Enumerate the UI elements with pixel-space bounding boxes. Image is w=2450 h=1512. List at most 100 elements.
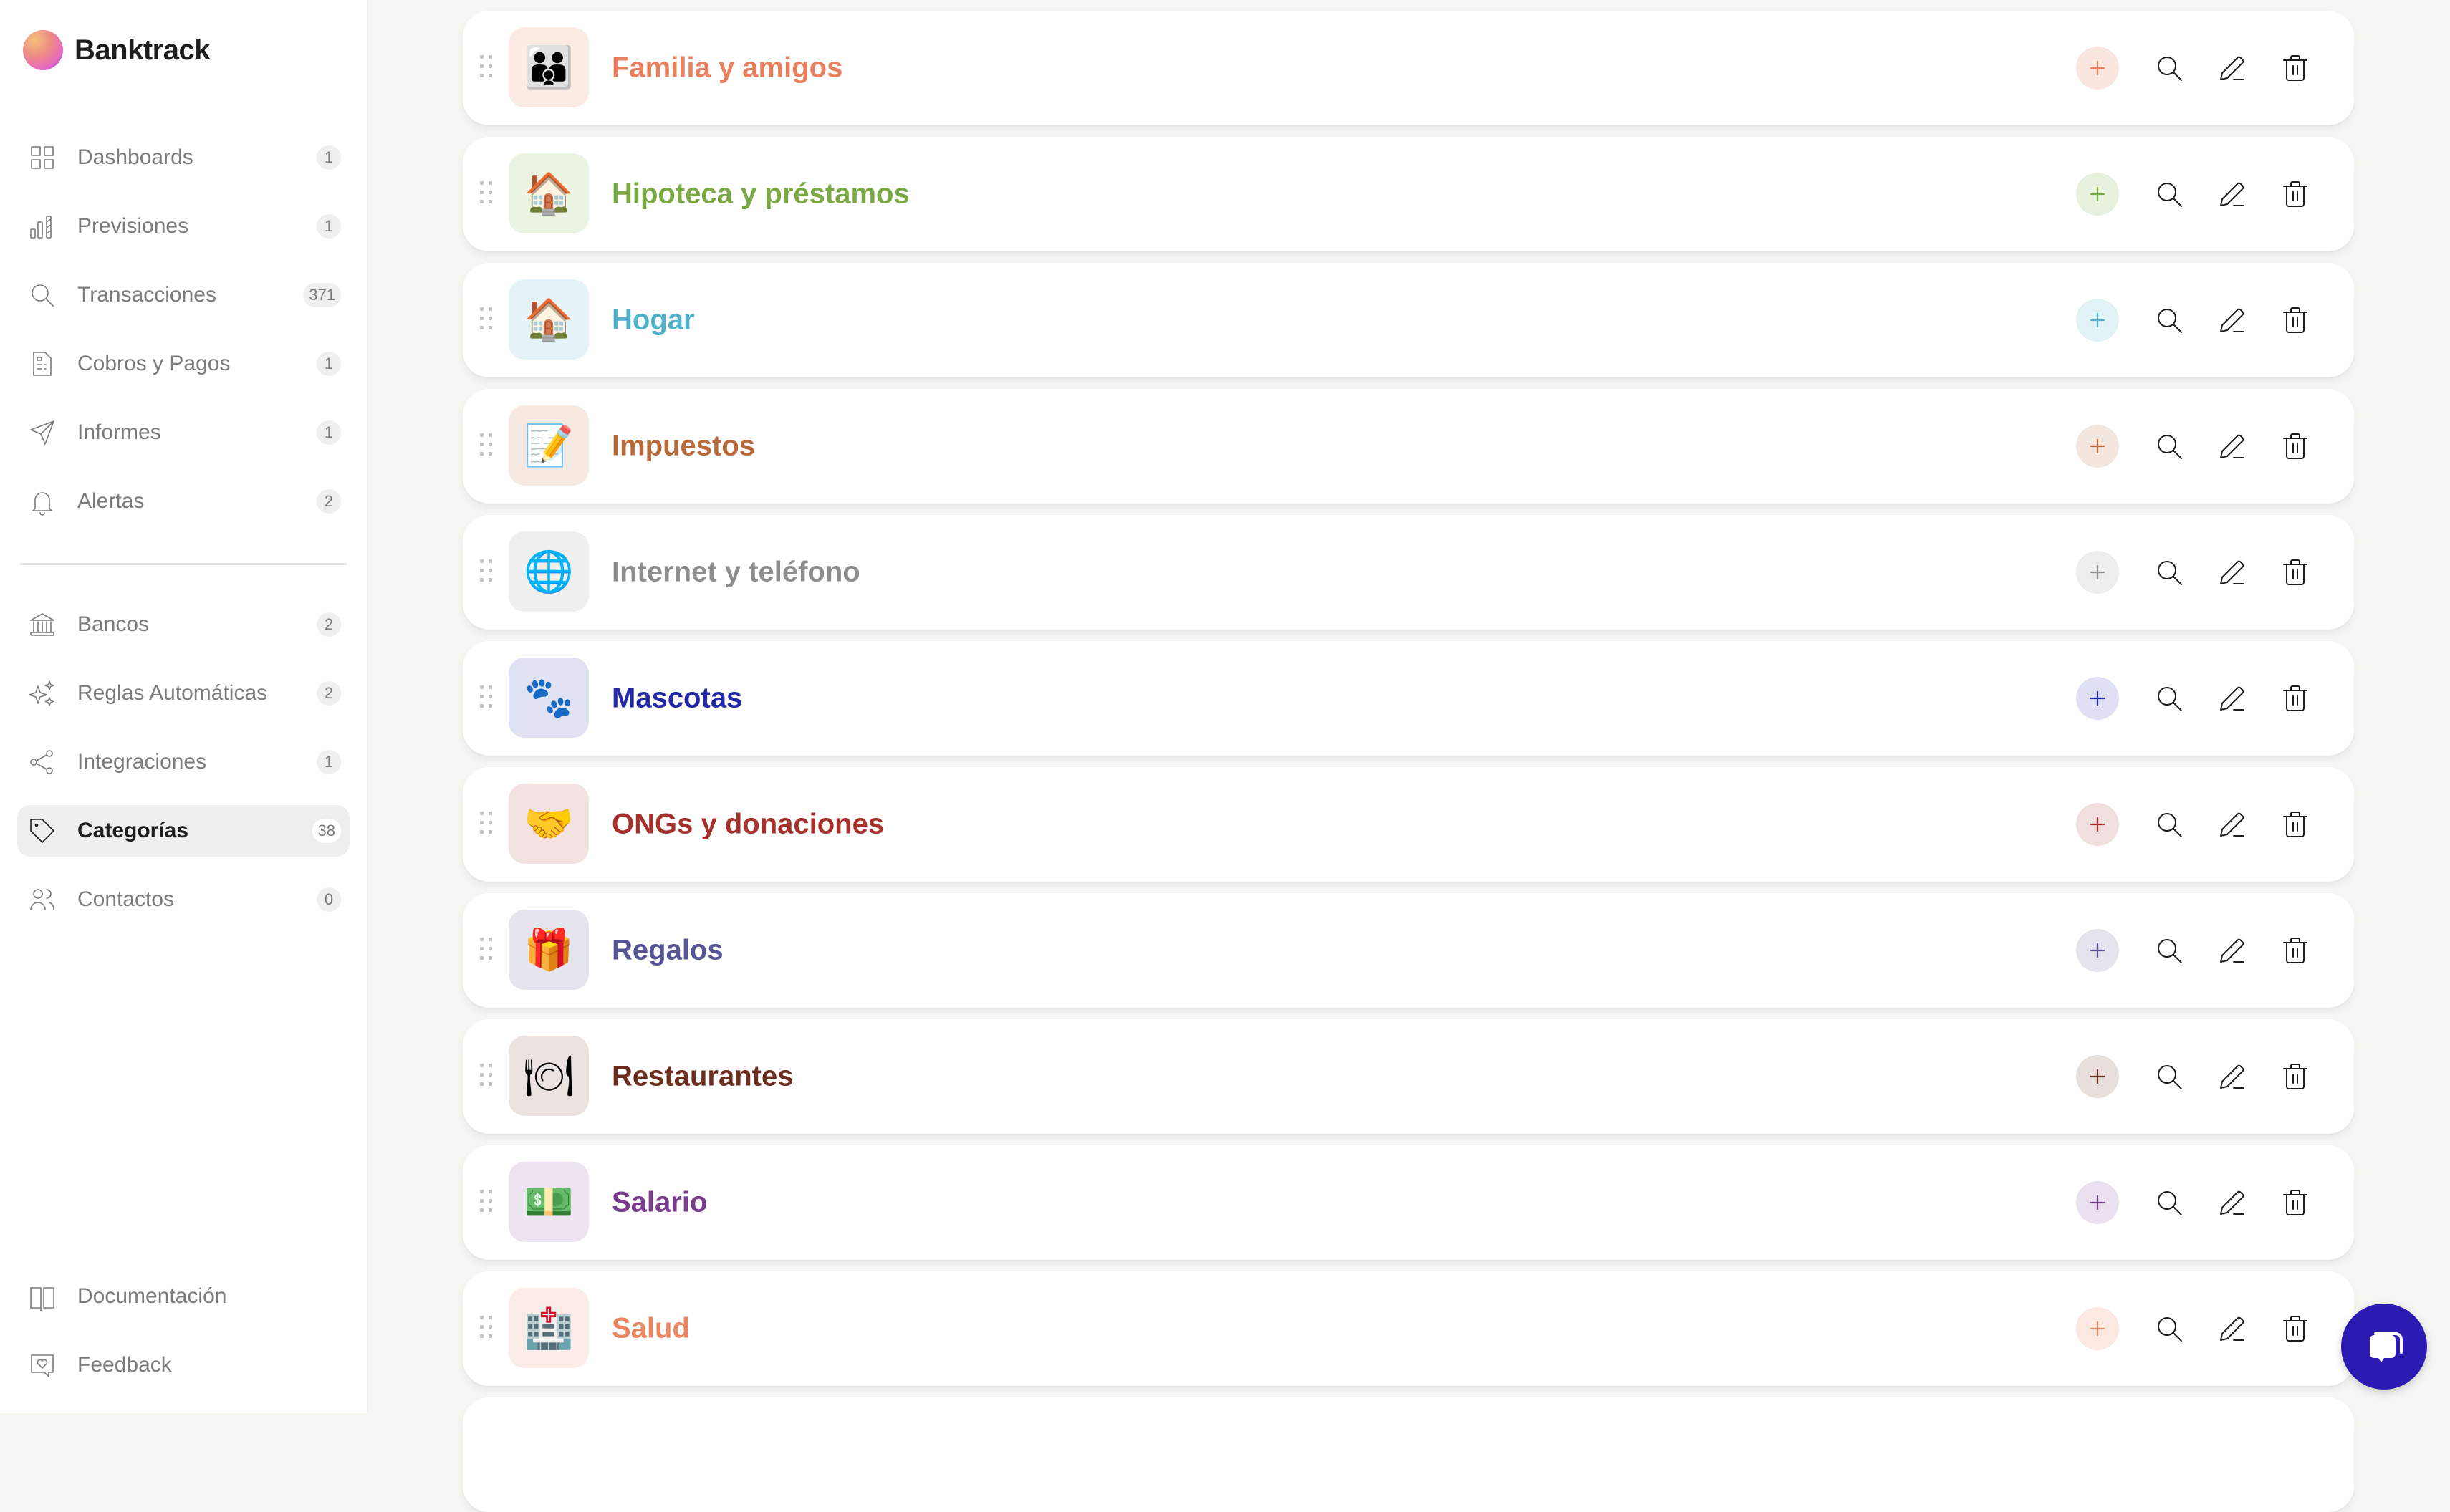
sidebar-item-informes[interactable]: Informes 1 [17,407,350,458]
delete-button[interactable] [2274,425,2317,468]
category-name[interactable]: Regalos [612,935,724,967]
search-transactions-button[interactable] [2148,1181,2191,1224]
drag-handle-icon[interactable] [480,1190,496,1215]
category-emoji-icon: 👪 [509,27,589,107]
sidebar-item-documentacion[interactable]: Documentación [17,1271,350,1322]
trash-icon [2283,812,2307,837]
delete-button[interactable] [2274,1181,2317,1224]
delete-button[interactable] [2274,299,2317,342]
edit-button[interactable] [2211,47,2254,90]
search-transactions-button[interactable] [2148,551,2191,594]
search-transactions-button[interactable] [2148,803,2191,846]
search-icon [2158,1317,2182,1342]
category-name[interactable]: Hogar [612,304,695,337]
edit-button[interactable] [2211,173,2254,216]
sidebar-item-contactos[interactable]: Contactos 0 [17,874,350,925]
nav-secondary: Bancos 2 Reglas Automáticas 2 Integraciones 1… [17,599,350,943]
pencil-icon [2220,560,2244,584]
plus-icon [2090,690,2105,706]
edit-button[interactable] [2211,929,2254,972]
drag-handle-icon[interactable] [480,559,496,585]
edit-button[interactable] [2211,299,2254,342]
category-name[interactable]: Salario [612,1187,707,1219]
sidebar-item-label: Dashboards [77,145,193,169]
chat-button[interactable] [2341,1304,2427,1390]
add-subcategory-button[interactable] [2076,551,2119,594]
category-name[interactable]: Restaurantes [612,1061,793,1093]
delete-button[interactable] [2274,1055,2317,1098]
delete-button[interactable] [2274,173,2317,216]
sidebar-item-alertas[interactable]: Alertas 2 [17,476,350,527]
drag-handle-icon[interactable] [480,938,496,963]
category-row-partial [463,1397,2354,1512]
sidebar-item-count: 1 [317,352,341,376]
brand[interactable]: Banktrack [23,30,210,70]
category-name[interactable]: Hipoteca y préstamos [612,178,910,211]
drag-handle-icon[interactable] [480,685,496,711]
pencil-icon [2220,1190,2244,1215]
delete-button[interactable] [2274,677,2317,720]
drag-handle-icon[interactable] [480,55,496,81]
drag-handle-icon[interactable] [480,307,496,333]
delete-button[interactable] [2274,47,2317,90]
drag-handle-icon[interactable] [480,1064,496,1089]
edit-button[interactable] [2211,551,2254,594]
delete-button[interactable] [2274,1307,2317,1350]
sidebar-item-label: Integraciones [77,750,207,774]
search-transactions-button[interactable] [2148,929,2191,972]
search-transactions-button[interactable] [2148,47,2191,90]
sidebar-item-integraciones[interactable]: Integraciones 1 [17,736,350,788]
category-row: 🏥 Salud [463,1271,2354,1386]
edit-button[interactable] [2211,1055,2254,1098]
edit-button[interactable] [2211,677,2254,720]
search-transactions-button[interactable] [2148,299,2191,342]
pencil-icon [2220,434,2244,458]
drag-handle-icon[interactable] [480,1316,496,1342]
sidebar-item-transacciones[interactable]: Transacciones 371 [17,269,350,321]
delete-button[interactable] [2274,929,2317,972]
sidebar-item-feedback[interactable]: Feedback [17,1339,350,1391]
sidebar-item-cobros-y-pagos[interactable]: Cobros y Pagos 1 [17,338,350,390]
category-name[interactable]: Familia y amigos [612,52,842,85]
delete-button[interactable] [2274,803,2317,846]
edit-button[interactable] [2211,1307,2254,1350]
add-subcategory-button[interactable] [2076,1307,2119,1350]
edit-button[interactable] [2211,425,2254,468]
sidebar-item-bancos[interactable]: Bancos 2 [17,599,350,650]
category-name[interactable]: Salud [612,1313,690,1345]
edit-button[interactable] [2211,803,2254,846]
sidebar-item-count: 2 [317,489,341,514]
search-icon [2158,183,2182,207]
sidebar-item-categorias[interactable]: Categorías 38 [17,805,350,857]
edit-button[interactable] [2211,1181,2254,1224]
search-transactions-button[interactable] [2148,173,2191,216]
trash-icon [2283,55,2307,81]
search-transactions-button[interactable] [2148,1055,2191,1098]
delete-button[interactable] [2274,551,2317,594]
drag-handle-icon[interactable] [480,433,496,459]
category-name[interactable]: Impuestos [612,430,755,463]
add-subcategory-button[interactable] [2076,47,2119,90]
add-subcategory-button[interactable] [2076,929,2119,972]
drag-handle-icon[interactable] [480,181,496,207]
plus-icon [2090,312,2105,328]
add-subcategory-button[interactable] [2076,299,2119,342]
add-subcategory-button[interactable] [2076,677,2119,720]
add-subcategory-button[interactable] [2076,1181,2119,1224]
add-subcategory-button[interactable] [2076,425,2119,468]
sidebar-item-previsiones[interactable]: Previsiones 1 [17,201,350,252]
category-name[interactable]: ONGs y donaciones [612,809,884,841]
add-subcategory-button[interactable] [2076,803,2119,846]
drag-handle-icon[interactable] [480,812,496,837]
search-transactions-button[interactable] [2148,425,2191,468]
add-subcategory-button[interactable] [2076,1055,2119,1098]
category-name[interactable]: Internet y teléfono [612,557,860,589]
plus-icon [2090,186,2105,202]
category-name[interactable]: Mascotas [612,683,742,715]
category-row: 🌐 Internet y teléfono [463,515,2354,630]
sidebar-item-dashboards[interactable]: Dashboards 1 [17,132,350,183]
sidebar-item-reglas-automaticas[interactable]: Reglas Automáticas 2 [17,668,350,719]
add-subcategory-button[interactable] [2076,173,2119,216]
search-transactions-button[interactable] [2148,1307,2191,1350]
search-transactions-button[interactable] [2148,677,2191,720]
